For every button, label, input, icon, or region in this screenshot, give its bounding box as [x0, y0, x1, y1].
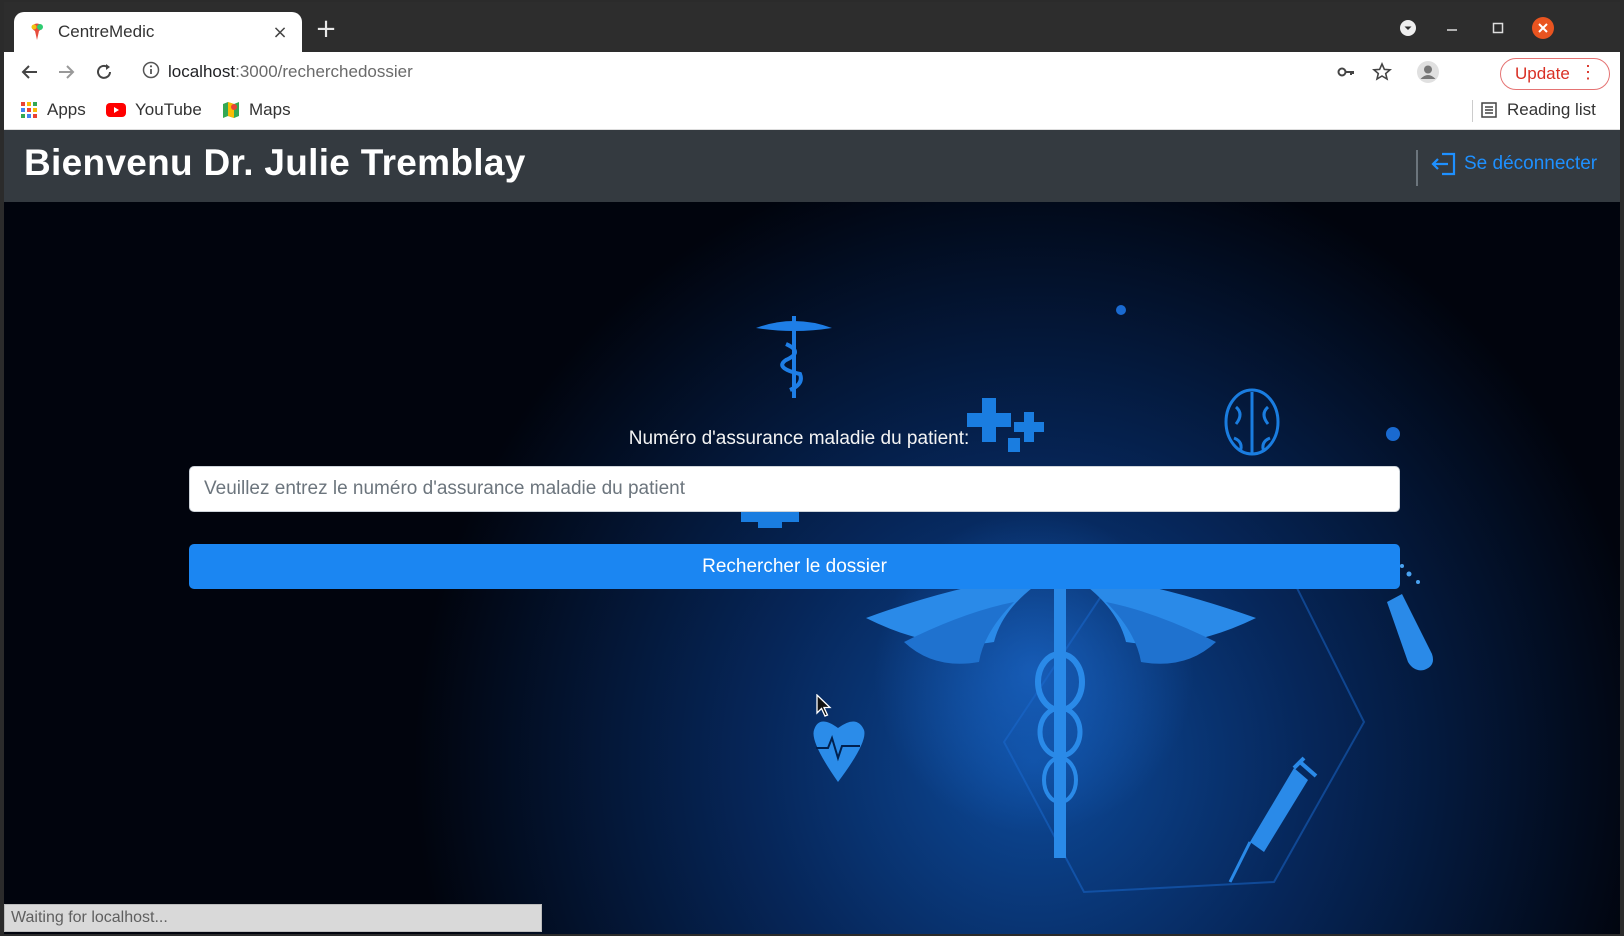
navbar-divider [1416, 150, 1418, 186]
bookmark-maps[interactable]: Maps [222, 100, 291, 120]
url-text: localhost:3000/recherchedossier [168, 62, 413, 82]
reading-list-button[interactable]: Reading list [1480, 100, 1596, 120]
reading-list-icon [1480, 101, 1498, 119]
profile-avatar-icon[interactable] [1416, 60, 1440, 84]
apps-grid-icon [20, 101, 38, 119]
update-button[interactable]: Update ⋮ [1500, 58, 1610, 90]
back-icon[interactable] [18, 60, 42, 84]
logout-label: Se déconnecter [1464, 153, 1598, 174]
tab-centremedic[interactable]: CentreMedic × [14, 12, 302, 52]
browser-toolbar: localhost:3000/recherchedossier Update ⋮ [4, 52, 1620, 92]
search-record-button[interactable]: Rechercher le dossier [189, 544, 1400, 589]
site-info-icon[interactable] [142, 61, 160, 83]
bookmark-label: YouTube [135, 100, 202, 119]
reading-list-label: Reading list [1507, 100, 1596, 119]
page-content: Bienvenu Dr. Julie Tremblay Se déconnect… [4, 130, 1620, 934]
password-key-icon[interactable] [1334, 60, 1358, 84]
maps-icon [222, 101, 240, 119]
bookmarks-separator [1472, 100, 1473, 122]
bookmark-label: Maps [249, 100, 291, 119]
hero-section: Numéro d'assurance maladie du patient: R… [4, 202, 1620, 934]
favicon-icon [26, 21, 48, 43]
new-tab-button[interactable]: + [314, 16, 338, 42]
tab-search-icon[interactable] [1396, 16, 1420, 40]
tab-strip: CentreMedic × + [4, 2, 1620, 52]
address-bar[interactable]: localhost:3000/recherchedossier [142, 58, 1392, 86]
logout-icon [1430, 150, 1458, 178]
logout-link[interactable]: Se déconnecter [1430, 150, 1597, 178]
browser-window: CentreMedic × + localhost:3000/recherche… [4, 2, 1620, 934]
status-bar: Waiting for localhost... [4, 904, 542, 932]
url-host: localhost [168, 62, 236, 81]
more-menu-icon[interactable]: ⋮ [1579, 63, 1597, 81]
youtube-icon [106, 102, 126, 118]
minimize-icon[interactable] [1440, 16, 1464, 40]
close-window-icon[interactable] [1530, 16, 1556, 40]
reload-icon[interactable] [92, 60, 116, 84]
tab-title: CentreMedic [58, 22, 155, 41]
maximize-icon[interactable] [1486, 16, 1510, 40]
bookmarks-bar: Apps YouTube Maps Reading list [4, 92, 1620, 130]
forward-icon[interactable] [54, 60, 78, 84]
url-path: :3000/recherchedossier [235, 62, 413, 81]
tab-close-icon[interactable]: × [270, 22, 290, 43]
bookmark-apps[interactable]: Apps [20, 100, 86, 120]
patient-number-label: Numéro d'assurance maladie du patient: [628, 428, 970, 449]
bookmark-star-icon[interactable] [1370, 60, 1394, 84]
welcome-title: Bienvenu Dr. Julie Tremblay [24, 142, 526, 183]
patient-number-input[interactable] [189, 466, 1400, 512]
bookmark-label: Apps [47, 100, 86, 119]
bookmark-youtube[interactable]: YouTube [106, 100, 202, 120]
app-navbar: Bienvenu Dr. Julie Tremblay Se déconnect… [4, 130, 1620, 202]
update-label: Update [1515, 64, 1570, 83]
mouse-cursor-icon [816, 693, 832, 722]
